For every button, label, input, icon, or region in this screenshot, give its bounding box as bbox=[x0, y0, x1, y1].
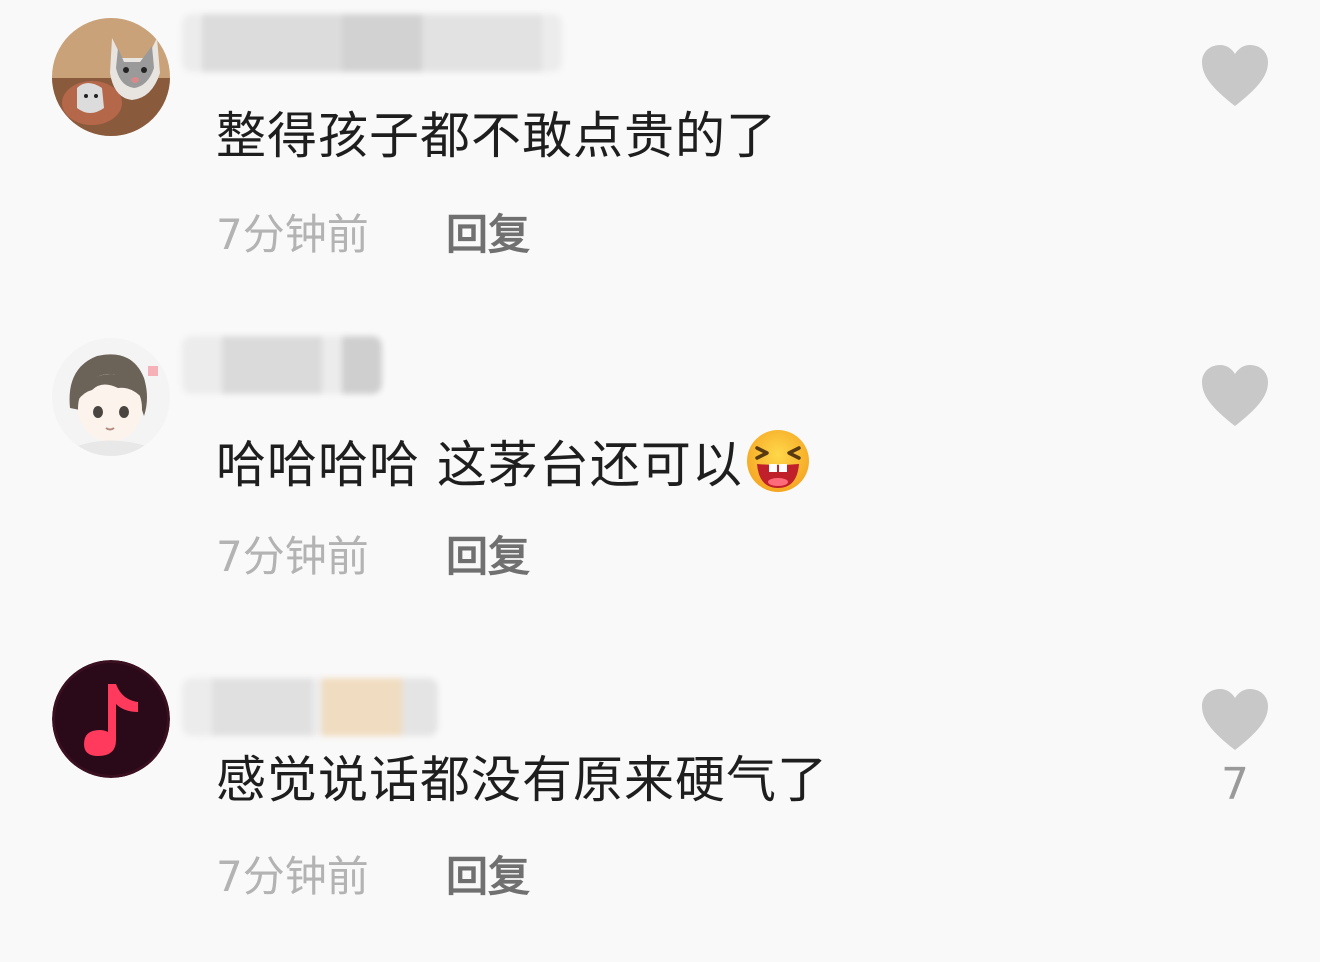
comment-list: 整得孩子都不敢点贵的了 7分钟前 回复 哈哈哈哈 这茅台还可以 7分钟前 回复 … bbox=[0, 0, 1320, 962]
comment-item: 感觉说话都没有原来硬气了 7分钟前 回复 7 bbox=[0, 640, 1320, 960]
anime-boy-avatar-image bbox=[52, 338, 170, 456]
like-button[interactable]: 7 bbox=[1200, 688, 1270, 810]
username-blurred bbox=[182, 678, 438, 736]
like-count: 7 bbox=[1221, 759, 1249, 810]
heart-icon bbox=[1202, 365, 1268, 426]
like-button[interactable] bbox=[1200, 364, 1270, 436]
timestamp: 7分钟前 bbox=[216, 852, 369, 901]
reply-button[interactable]: 回复 bbox=[446, 852, 530, 902]
cat-avatar-image bbox=[52, 18, 170, 136]
username-blurred bbox=[182, 14, 562, 72]
comment-text: 感觉说话都没有原来硬气了 bbox=[216, 751, 828, 809]
timestamp: 7分钟前 bbox=[216, 210, 369, 259]
reply-button[interactable]: 回复 bbox=[446, 210, 530, 260]
timestamp: 7分钟前 bbox=[216, 532, 369, 581]
music-note-avatar-image bbox=[52, 660, 170, 778]
username-blurred bbox=[182, 336, 382, 394]
anime-boy-avatar[interactable] bbox=[52, 338, 170, 456]
comment-item: 哈哈哈哈 这茅台还可以 7分钟前 回复 bbox=[0, 320, 1320, 640]
heart-icon bbox=[1202, 45, 1268, 106]
comment-item: 整得孩子都不敢点贵的了 7分钟前 回复 bbox=[0, 0, 1320, 320]
like-button[interactable] bbox=[1200, 44, 1270, 116]
comment-text-content: 哈哈哈哈 这茅台还可以 bbox=[216, 436, 743, 494]
comment-meta: 7分钟前 回复 bbox=[216, 210, 530, 260]
comment-text: 整得孩子都不敢点贵的了 bbox=[216, 107, 777, 165]
heart-icon bbox=[1202, 689, 1268, 750]
laughing-emoji bbox=[746, 430, 809, 492]
comment-meta: 7分钟前 回复 bbox=[216, 852, 530, 902]
reply-button[interactable]: 回复 bbox=[446, 532, 530, 582]
cat-avatar[interactable] bbox=[52, 18, 170, 136]
comment-meta: 7分钟前 回复 bbox=[216, 532, 530, 582]
music-note-avatar[interactable] bbox=[52, 660, 170, 778]
comment-text: 哈哈哈哈 这茅台还可以 bbox=[216, 428, 811, 495]
